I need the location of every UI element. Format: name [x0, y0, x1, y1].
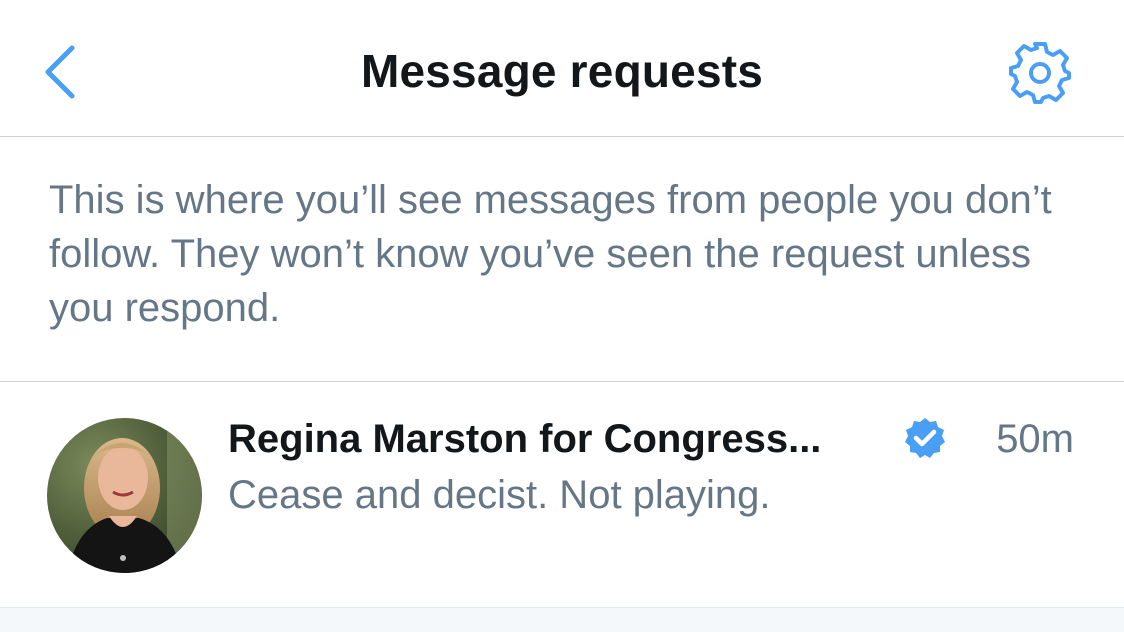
- message-preview: Cease and decist. Not playing.: [228, 473, 771, 517]
- list-footer: [0, 607, 1124, 632]
- conversation-row[interactable]: Regina Marston for Congress... 50m Cease…: [0, 382, 1124, 608]
- gear-icon: [1009, 42, 1071, 104]
- verified-badge-icon: [905, 418, 945, 458]
- settings-button[interactable]: [1004, 38, 1076, 108]
- avatar: [47, 418, 202, 573]
- message-requests-screen: Message requests This is where you’ll se…: [0, 0, 1124, 632]
- message-time: 50m: [996, 417, 1074, 461]
- info-section: This is where you’ll see messages from p…: [0, 137, 1124, 382]
- page-title: Message requests: [360, 45, 764, 97]
- header-bar: Message requests: [0, 0, 1124, 137]
- info-description: This is where you’ll see messages from p…: [49, 178, 1052, 330]
- sender-name: Regina Marston for Congress...: [228, 417, 822, 461]
